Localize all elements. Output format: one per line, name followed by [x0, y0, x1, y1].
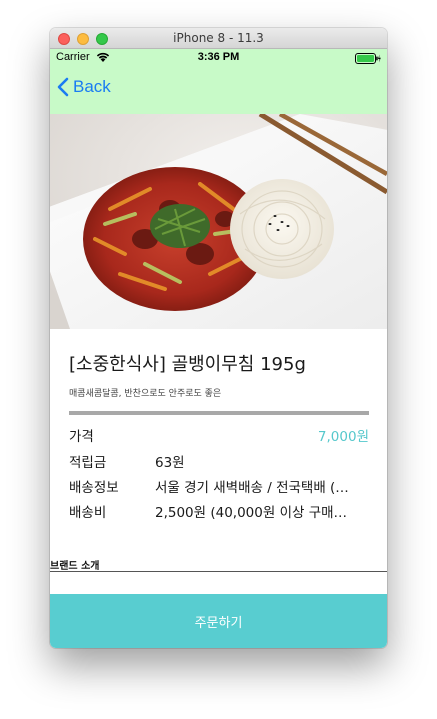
section-divider	[69, 411, 369, 415]
product-image	[50, 114, 387, 329]
navigation-bar: Carrier 3:36 PM Back	[50, 49, 387, 114]
brand-divider	[50, 571, 387, 572]
window-titlebar: iPhone 8 - 11.3	[50, 28, 387, 49]
back-button-label: Back	[73, 77, 111, 96]
status-bar: Carrier 3:36 PM	[50, 49, 387, 67]
chevron-left-icon	[57, 77, 69, 97]
info-label: 배송정보	[69, 480, 119, 496]
product-subtitle: 매콤새콤달콤, 반찬으로도 안주로도 좋은	[69, 389, 222, 399]
info-value: 63원	[155, 455, 185, 471]
info-label: 배송비	[69, 505, 107, 521]
battery-icon	[355, 53, 381, 64]
phone-screen: Carrier 3:36 PM Back [소중한식사] 골뱅이무침 195g …	[50, 49, 387, 648]
window-title: iPhone 8 - 11.3	[173, 31, 264, 45]
price-row: 가격 7,000원	[69, 425, 369, 447]
info-row-shipping-fee: 배송비 2,500원 (40,000원 이상 구매…	[69, 501, 369, 523]
order-button-label: 주문하기	[194, 615, 243, 631]
price-label: 가격	[69, 429, 94, 445]
price-value: 7,000원	[317, 429, 369, 445]
info-value: 2,500원 (40,000원 이상 구매…	[155, 505, 348, 521]
clock-label: 3:36 PM	[197, 51, 240, 63]
info-row-delivery: 배송정보 서울 경기 새벽배송 / 전국택배 (…	[69, 476, 369, 498]
info-label: 적립금	[69, 455, 107, 471]
back-button[interactable]: Back	[57, 76, 111, 98]
info-value: 서울 경기 새벽배송 / 전국택배 (…	[155, 480, 349, 496]
simulator-window: iPhone 8 - 11.3 Carrier 3:36 PM Back [소중…	[50, 28, 387, 648]
info-row-points: 적립금 63원	[69, 451, 369, 473]
order-button[interactable]: 주문하기	[50, 594, 387, 648]
product-title: [소중한식사] 골뱅이무침 195g	[69, 354, 306, 375]
brand-intro-label: 브랜드 소개	[50, 561, 100, 572]
food-photo	[50, 114, 387, 329]
